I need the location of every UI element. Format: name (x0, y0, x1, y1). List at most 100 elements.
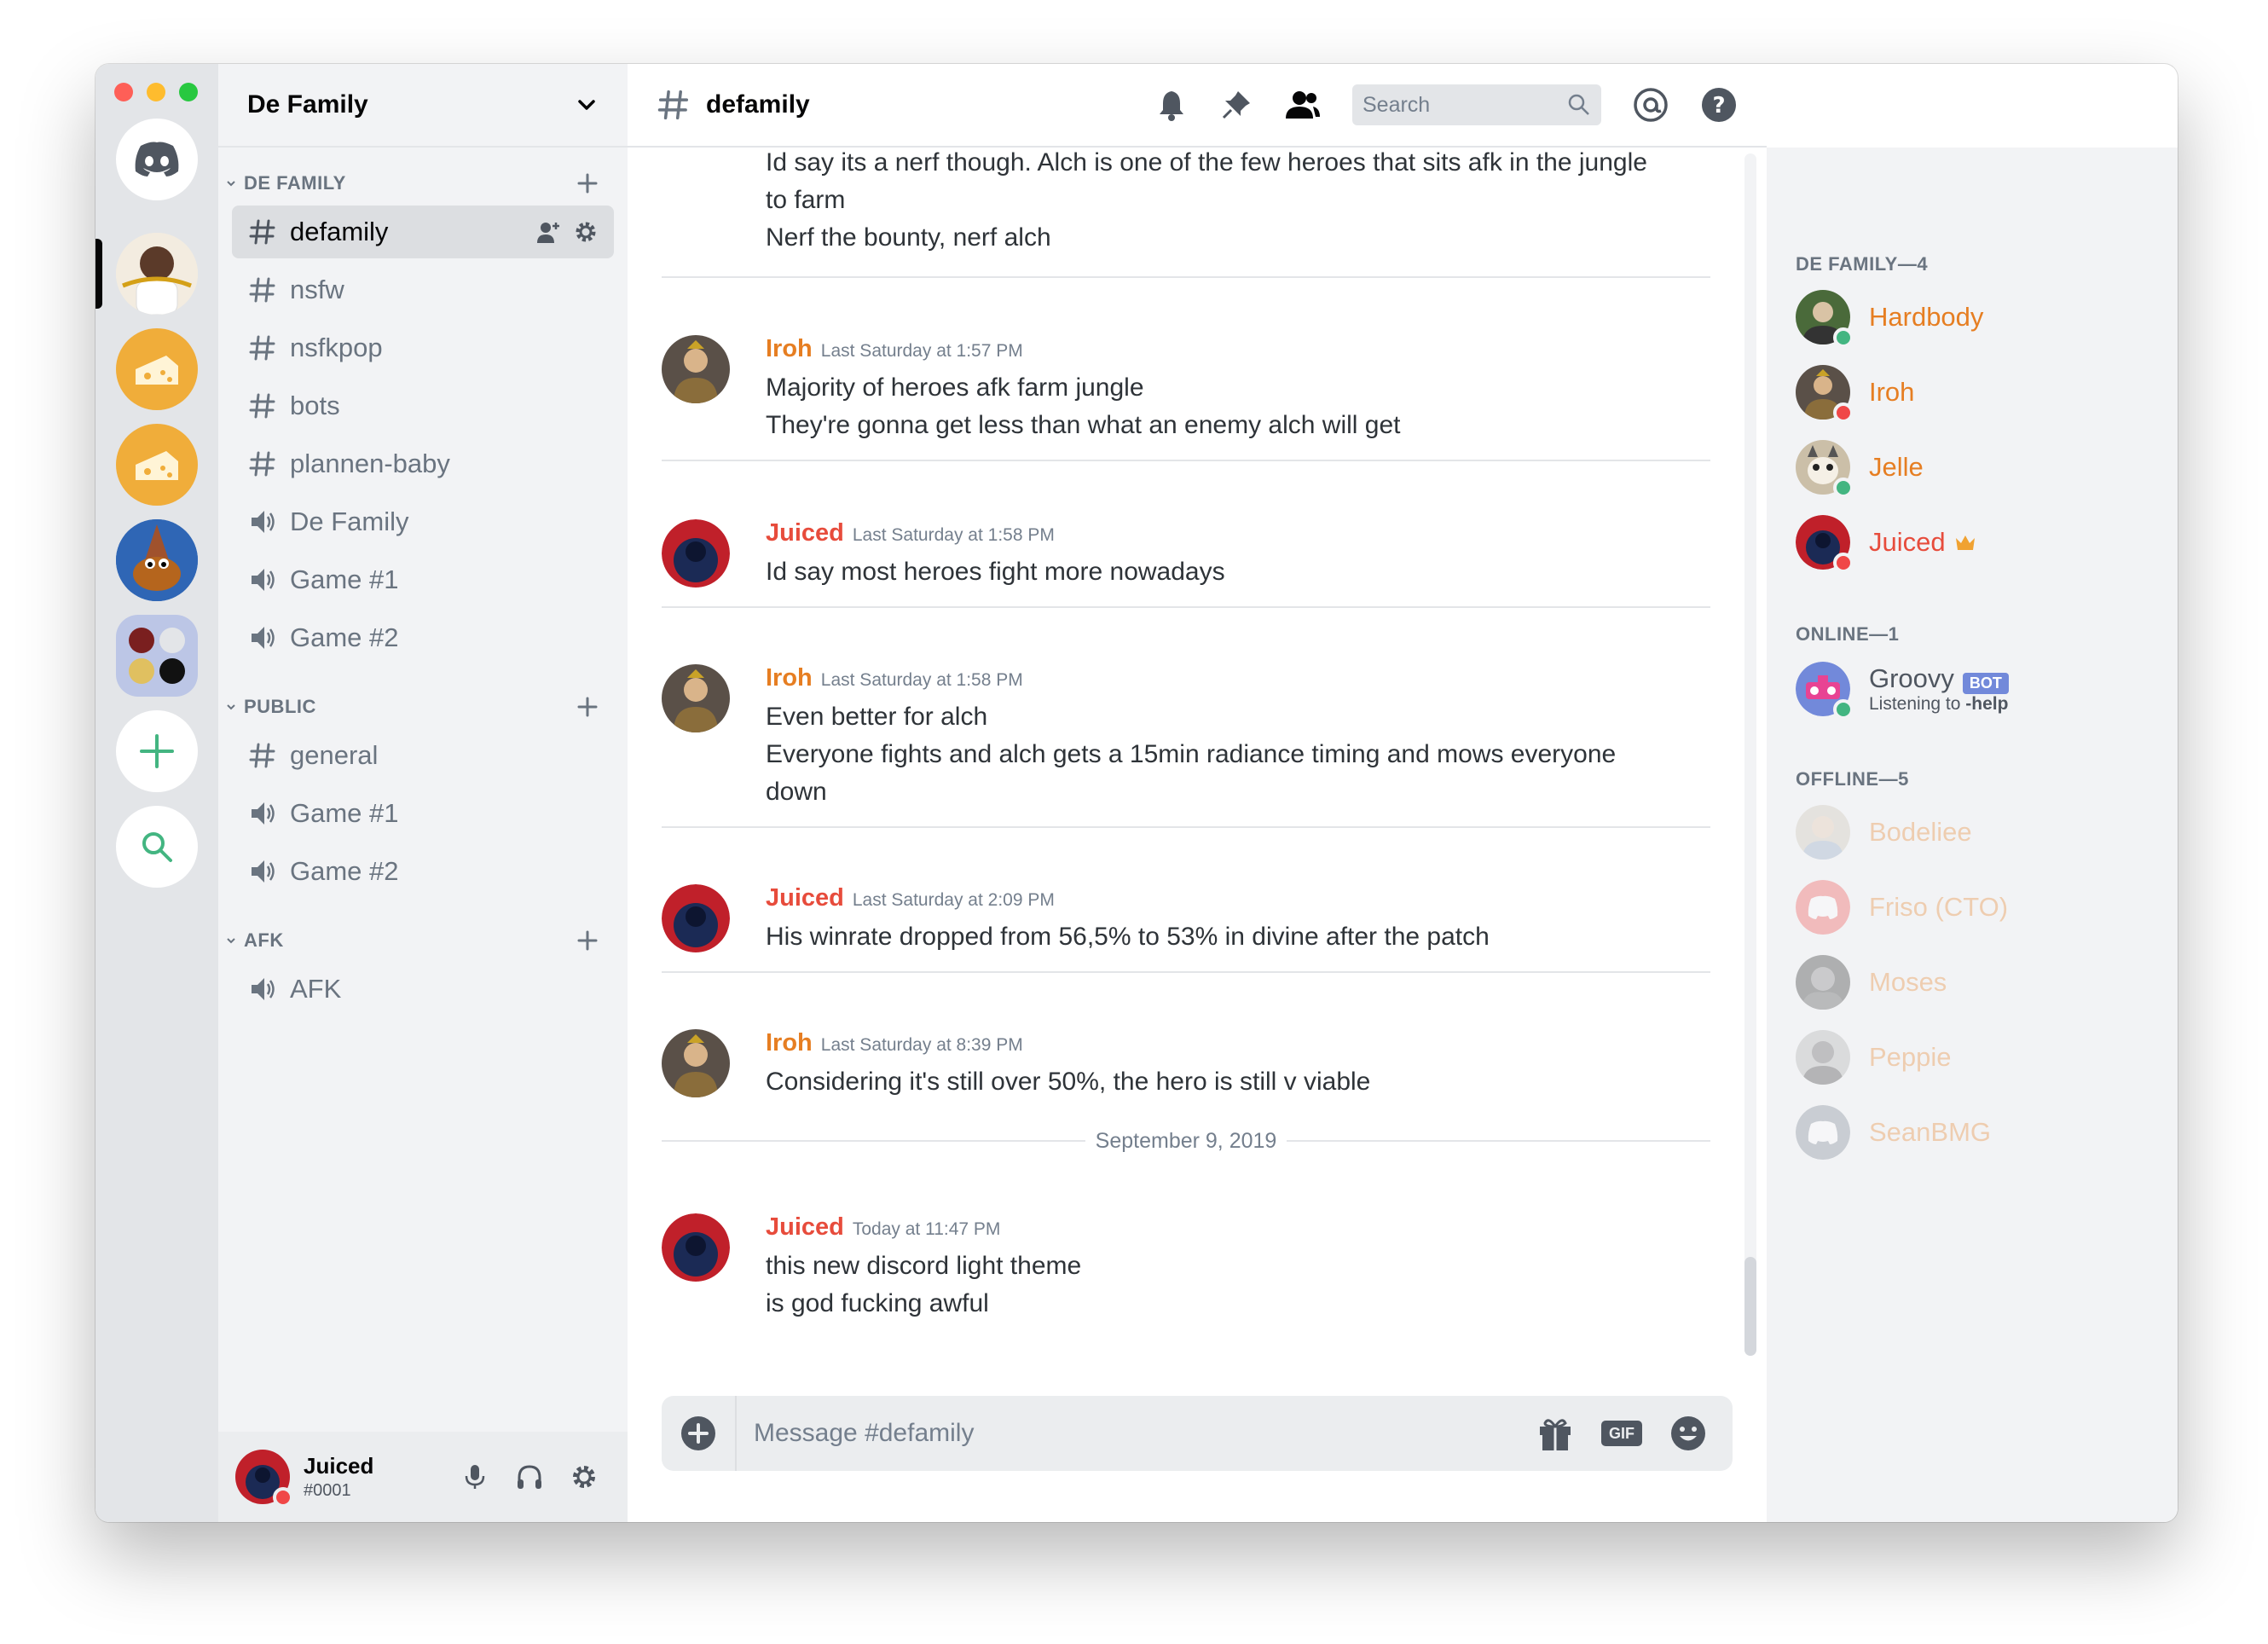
avatar[interactable] (662, 1029, 730, 1097)
nsfw-channel-icon (247, 391, 278, 421)
message-line: Even better for alch (766, 703, 988, 731)
message-timestamp: Last Saturday at 1:58 PM (820, 670, 1023, 690)
gear-icon[interactable] (573, 219, 599, 245)
channel-sidebar: De Family DE FAMILY defamily nsfw nsfkpo… (218, 64, 628, 1522)
chevron-down-icon (227, 938, 235, 944)
channel-nsfw[interactable]: nsfw (232, 263, 614, 316)
member-item[interactable]: Peppie (1796, 1028, 1952, 1087)
server-cheese-2[interactable] (116, 424, 198, 506)
message-author[interactable]: Iroh (766, 1029, 813, 1057)
member-item[interactable]: Bodeliee (1796, 802, 1972, 862)
member-name: Jelle (1869, 452, 1924, 482)
member-item[interactable]: SeanBMG (1796, 1103, 1991, 1162)
voice-channel-game-2[interactable]: Game #2 (232, 611, 614, 664)
message-input[interactable]: Message #defamily (737, 1419, 1536, 1448)
member-item[interactable]: Juiced (1796, 512, 1976, 573)
gift-icon[interactable] (1536, 1415, 1574, 1452)
help-icon[interactable]: ? (1700, 86, 1738, 124)
avatar (1796, 805, 1850, 860)
avatar[interactable] (662, 1213, 730, 1282)
server-de-family[interactable] (116, 233, 198, 315)
server-folder-icon (129, 628, 185, 684)
message-composer[interactable]: Message #defamily GIF (662, 1396, 1733, 1471)
channel-label: bots (290, 391, 340, 420)
mentions-icon[interactable] (1632, 86, 1669, 124)
message-timestamp: Last Saturday at 1:57 PM (820, 341, 1023, 361)
zoom-window-button[interactable] (179, 83, 198, 101)
user-settings-gear-icon[interactable] (570, 1462, 599, 1491)
explore-servers-button[interactable] (116, 806, 198, 888)
server-cheese-1[interactable] (116, 328, 198, 410)
message-author[interactable]: Juiced (766, 1213, 844, 1242)
gif-picker-button[interactable]: GIF (1601, 1421, 1642, 1446)
member-item[interactable]: Moses (1796, 952, 1947, 1012)
channel-plannen-baby[interactable]: plannen-baby (232, 437, 614, 490)
message-divider (662, 460, 1710, 461)
server-cartoon[interactable] (116, 519, 198, 601)
headphones-icon[interactable] (515, 1462, 544, 1491)
category-public[interactable]: PUBLIC (218, 690, 628, 724)
add-channel-icon[interactable] (576, 172, 599, 194)
microphone-icon[interactable] (460, 1462, 489, 1491)
message-line: to farm (766, 186, 846, 214)
scrollbar-thumb[interactable] (1744, 1257, 1756, 1356)
voice-channel-afk[interactable]: AFK (232, 963, 614, 1016)
add-channel-icon[interactable] (576, 696, 599, 718)
message-line: is god fucking awful (766, 1289, 989, 1317)
upload-button[interactable] (662, 1396, 737, 1471)
nsfw-channel-icon (247, 275, 278, 305)
invite-icon[interactable] (535, 219, 561, 245)
avatar[interactable] (662, 519, 730, 588)
voice-channel-icon (247, 798, 278, 829)
message-divider (662, 971, 1710, 973)
channel-defamily[interactable]: defamily (232, 206, 614, 258)
member-name: Juiced (1869, 527, 1946, 557)
member-item[interactable]: Iroh (1796, 362, 1914, 423)
bot-tag: BOT (1962, 673, 2009, 695)
message-author[interactable]: Juiced (766, 884, 844, 912)
voice-channel-public-game-1[interactable]: Game #1 (232, 787, 614, 840)
member-item[interactable]: Groovy BOT Listening to -help (1796, 659, 2009, 720)
search-input[interactable]: Search (1352, 84, 1601, 125)
avatar[interactable] (662, 884, 730, 952)
member-group-header: ONLINE—1 (1796, 623, 1900, 645)
pin-icon[interactable] (1219, 88, 1253, 122)
avatar[interactable] (662, 335, 730, 403)
chevron-down-icon (227, 704, 235, 710)
close-window-button[interactable] (114, 83, 133, 101)
member-list: DE FAMILY—4 Hardbody Iroh Jelle Juiced O… (1767, 148, 2178, 1522)
category-afk[interactable]: AFK (218, 923, 628, 958)
category-de-family[interactable]: DE FAMILY (218, 166, 628, 200)
message-timestamp: Last Saturday at 2:09 PM (852, 890, 1055, 910)
member-name: Hardbody (1869, 302, 1984, 332)
channel-bots[interactable]: bots (232, 379, 614, 432)
online-status-indicator (1833, 327, 1854, 348)
channel-nsfkpop[interactable]: nsfkpop (232, 321, 614, 374)
voice-channel-de-family[interactable]: De Family (232, 495, 614, 548)
message-author[interactable]: Iroh (766, 664, 813, 692)
text-channel-icon (247, 740, 278, 771)
notification-bell-icon[interactable] (1154, 88, 1189, 122)
member-item[interactable]: Jelle (1796, 437, 1924, 498)
minimize-window-button[interactable] (147, 83, 165, 101)
member-item[interactable]: Hardbody (1796, 287, 1984, 348)
home-button[interactable] (116, 119, 198, 200)
message-scrollbar[interactable] (1744, 153, 1756, 1356)
member-item[interactable]: Friso (CTO) (1796, 877, 2008, 937)
message-item: Iroh Last Saturday at 8:39 PM Considering… (662, 1029, 1710, 1101)
voice-channel-game-1[interactable]: Game #1 (232, 553, 614, 606)
add-channel-icon[interactable] (576, 929, 599, 952)
member-list-icon[interactable] (1284, 88, 1322, 122)
message-divider (662, 276, 1710, 278)
message-author[interactable]: Iroh (766, 335, 813, 363)
message-author[interactable]: Juiced (766, 519, 844, 547)
emoji-icon[interactable] (1669, 1415, 1707, 1452)
user-avatar[interactable] (235, 1450, 293, 1508)
add-server-button[interactable] (116, 710, 198, 792)
guild-header[interactable]: De Family (218, 64, 628, 148)
avatar[interactable] (662, 664, 730, 732)
server-folder[interactable] (116, 615, 198, 697)
voice-channel-public-game-2[interactable]: Game #2 (232, 845, 614, 898)
channel-label: defamily (290, 217, 389, 246)
channel-general[interactable]: general (232, 729, 614, 782)
